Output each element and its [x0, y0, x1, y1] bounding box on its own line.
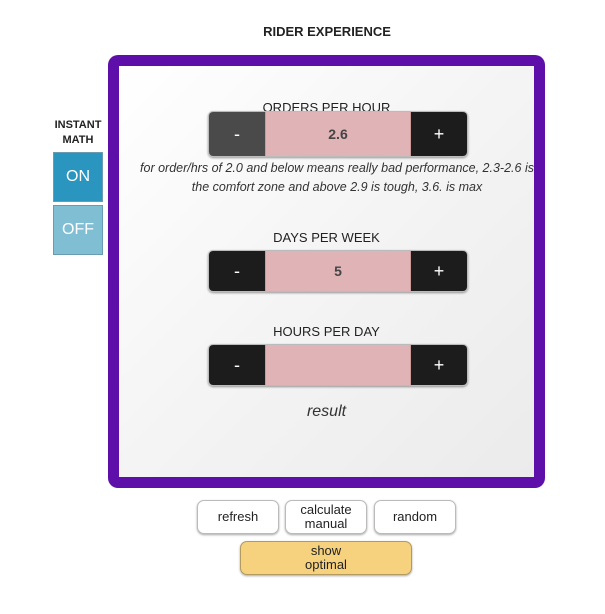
instant-math-off-button[interactable]: OFF [53, 205, 103, 255]
calculator-card: ORDERS PER HOUR - 2.6 + for order/hrs of… [119, 66, 534, 477]
hours-increment-button[interactable]: + [411, 345, 467, 385]
page-title: RIDER EXPERIENCE [263, 24, 391, 39]
page: RIDER EXPERIENCE INSTANT MATH ON OFF ORD… [0, 0, 605, 614]
orders-decrement-button[interactable]: - [209, 112, 265, 156]
hours-per-day-value[interactable] [265, 345, 411, 385]
instant-math-on-button[interactable]: ON [53, 152, 103, 202]
show-optimal-button[interactable]: show optimal [240, 541, 412, 575]
instant-math-panel: INSTANT MATH ON OFF [53, 118, 103, 258]
days-per-week-label: DAYS PER WEEK [273, 230, 380, 245]
random-button[interactable]: random [374, 500, 456, 534]
calculator-frame: ORDERS PER HOUR - 2.6 + for order/hrs of… [108, 55, 545, 488]
refresh-button[interactable]: refresh [197, 500, 279, 534]
hours-per-day-label: HOURS PER DAY [273, 324, 380, 339]
hours-decrement-button[interactable]: - [209, 345, 265, 385]
instant-math-label: INSTANT MATH [54, 119, 102, 146]
days-increment-button[interactable]: + [411, 251, 467, 291]
calculate-manual-button[interactable]: calculate manual [285, 500, 367, 534]
orders-per-hour-stepper: - 2.6 + [208, 111, 468, 157]
hours-per-day-stepper: - + [208, 344, 468, 386]
orders-per-hour-value[interactable]: 2.6 [265, 112, 411, 156]
orders-increment-button[interactable]: + [411, 112, 467, 156]
result-text: result [306, 403, 347, 420]
orders-performance-note: for order/hrs of 2.0 and below means rea… [140, 161, 534, 194]
days-per-week-stepper: - 5 + [208, 250, 468, 292]
days-decrement-button[interactable]: - [209, 251, 265, 291]
days-per-week-value[interactable]: 5 [265, 251, 411, 291]
